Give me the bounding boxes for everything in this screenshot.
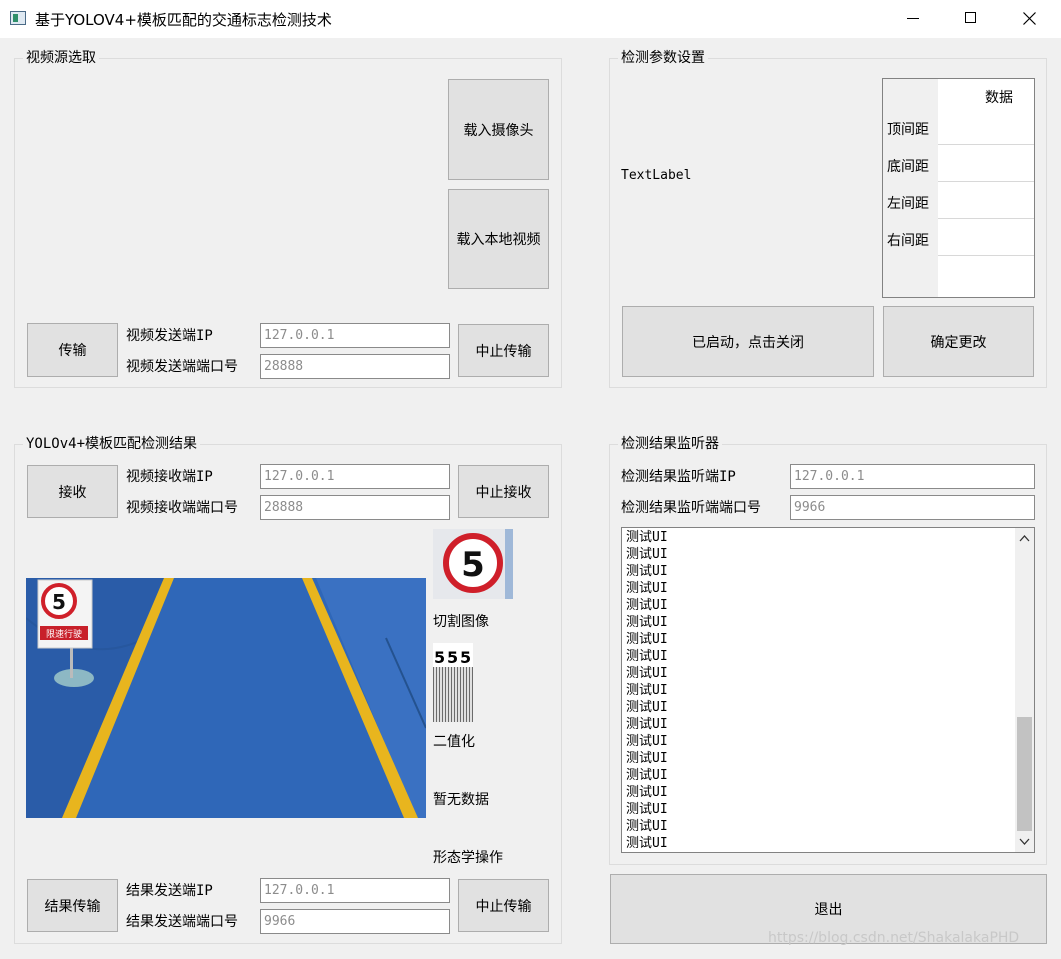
log-line: 测试UI xyxy=(626,819,668,834)
log-line: 测试UI xyxy=(626,581,668,596)
confirm-change-button[interactable]: 确定更改 xyxy=(883,306,1034,377)
log-line: 测试UI xyxy=(626,734,668,749)
log-lines: 测试UI 测试UI 测试UI 测试UI 测试UI 测试UI 测试UI 测试UI 测试UI 测试UI… xyxy=(626,529,668,852)
receive-button[interactable]: 接收 xyxy=(27,465,118,518)
scroll-up-icon[interactable] xyxy=(1015,530,1034,547)
close-icon[interactable] xyxy=(1001,0,1057,38)
no-data-label: 暂无数据 xyxy=(433,792,489,808)
log-line: 测试UI xyxy=(626,649,668,664)
video-frame: 5 限速行驶 xyxy=(26,578,426,818)
video-send-port-label: 视频发送端端口号 xyxy=(126,359,238,375)
result-stop-transmit-button[interactable]: 中止传输 xyxy=(458,879,549,932)
title-bar: 基于YOLOV4+模板匹配的交通标志检测技术 xyxy=(0,0,1061,38)
log-line: 测试UI xyxy=(626,751,668,766)
speed-limit-sign: 5 限速行驶 xyxy=(37,579,93,649)
text-label: TextLabel xyxy=(621,168,692,183)
log-line: 测试UI xyxy=(626,666,668,681)
video-recv-ip-input[interactable]: 127.0.0.1 xyxy=(260,464,450,489)
result-send-ip-label: 结果发送端IP xyxy=(126,883,213,899)
params-table[interactable]: 数据 顶间距 底间距 左间距 右间距 xyxy=(882,78,1035,298)
params-row-divider xyxy=(938,144,1034,145)
video-source-title: 视频源选取 xyxy=(23,49,99,67)
crop-label: 切割图像 xyxy=(433,614,489,630)
monitor-ip-label: 检测结果监听端IP xyxy=(621,469,736,485)
video-send-ip-label: 视频发送端IP xyxy=(126,328,213,344)
video-send-ip-input[interactable]: 127.0.0.1 xyxy=(260,323,450,348)
params-row-divider xyxy=(938,218,1034,219)
monitor-port-label: 检测结果监听端端口号 xyxy=(621,500,761,516)
log-line: 测试UI xyxy=(626,700,668,715)
toggle-detection-button[interactable]: 已启动，点击关闭 xyxy=(622,306,874,377)
load-camera-button[interactable]: 载入摄像头 xyxy=(448,79,549,180)
result-send-port-input[interactable]: 9966 xyxy=(260,909,450,934)
params-row-divider xyxy=(938,181,1034,182)
params-row-left: 左间距 xyxy=(887,196,929,212)
log-line: 测试UI xyxy=(626,683,668,698)
log-line: 测试UI xyxy=(626,717,668,732)
morphology-label: 形态学操作 xyxy=(433,850,503,866)
scroll-down-icon[interactable] xyxy=(1015,833,1034,850)
result-send-ip-input[interactable]: 127.0.0.1 xyxy=(260,878,450,903)
log-line: 测试UI xyxy=(626,564,668,579)
log-line: 测试UI xyxy=(626,547,668,562)
log-line: 测试UI xyxy=(626,768,668,783)
log-line: 测试UI xyxy=(626,802,668,817)
detection-params-title: 检测参数设置 xyxy=(618,49,708,67)
log-line: 测试UI xyxy=(626,530,668,545)
svg-text:5: 5 xyxy=(434,648,445,667)
result-transmit-button[interactable]: 结果传输 xyxy=(27,879,118,932)
log-line: 测试UI xyxy=(626,836,668,851)
result-send-port-label: 结果发送端端口号 xyxy=(126,914,238,930)
log-line: 测试UI xyxy=(626,632,668,647)
monitor-log-list[interactable]: 测试UI 测试UI 测试UI 测试UI 测试UI 测试UI 测试UI 测试UI 测试UI 测试UI… xyxy=(621,527,1035,853)
cropped-image: 5 xyxy=(433,529,513,599)
binarize-label: 二值化 xyxy=(433,734,475,750)
minimize-icon[interactable] xyxy=(885,0,941,38)
svg-text:5: 5 xyxy=(447,648,458,667)
params-table-row-headers xyxy=(883,79,938,297)
svg-text:5: 5 xyxy=(460,648,471,667)
log-line: 测试UI xyxy=(626,615,668,630)
params-row-divider xyxy=(938,255,1034,256)
monitor-title: 检测结果监听器 xyxy=(618,435,722,453)
stop-transmit-button[interactable]: 中止传输 xyxy=(458,324,549,377)
params-table-column-header: 数据 xyxy=(985,90,1013,106)
params-row-right: 右间距 xyxy=(887,233,929,249)
scrollbar-thumb[interactable] xyxy=(1017,717,1032,831)
video-recv-port-input[interactable]: 28888 xyxy=(260,495,450,520)
monitor-ip-input[interactable]: 127.0.0.1 xyxy=(790,464,1035,489)
yolo-result-title: YOLOv4+模板匹配检测结果 xyxy=(23,435,201,453)
params-row-top: 顶间距 xyxy=(887,122,929,138)
svg-text:5: 5 xyxy=(52,590,66,614)
app-icon xyxy=(10,11,26,25)
video-recv-ip-label: 视频接收端IP xyxy=(126,469,213,485)
window-title: 基于YOLOV4+模板匹配的交通标志检测技术 xyxy=(35,11,332,29)
stop-receive-button[interactable]: 中止接收 xyxy=(458,465,549,518)
svg-text:5: 5 xyxy=(461,545,485,585)
maximize-icon[interactable] xyxy=(942,0,998,38)
watermark: https://blog.csdn.net/ShakalakaPHD xyxy=(768,930,1020,946)
transmit-button[interactable]: 传输 xyxy=(27,323,118,377)
binarized-image: 5 5 5 xyxy=(433,643,473,722)
load-local-video-button[interactable]: 载入本地视频 xyxy=(448,189,549,289)
video-send-port-input[interactable]: 28888 xyxy=(260,354,450,379)
params-row-bottom: 底间距 xyxy=(887,159,929,175)
video-recv-port-label: 视频接收端端口号 xyxy=(126,500,238,516)
log-scrollbar[interactable] xyxy=(1015,528,1034,852)
svg-text:限速行驶: 限速行驶 xyxy=(46,628,82,640)
monitor-port-input[interactable]: 9966 xyxy=(790,495,1035,520)
log-line: 测试UI xyxy=(626,785,668,800)
log-line: 测试UI xyxy=(626,598,668,613)
